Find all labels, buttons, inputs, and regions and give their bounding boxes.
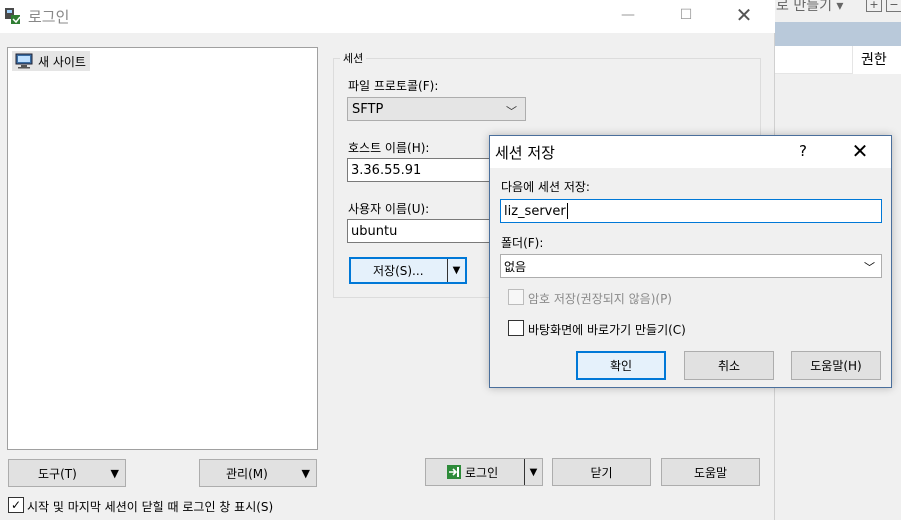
session-name-value: liz_server (504, 203, 566, 219)
background-toolbar-text[interactable]: 로 만들기 ▾ (776, 0, 843, 13)
minimize-button[interactable]: — (605, 0, 651, 30)
minus-icon[interactable]: − (886, 0, 901, 12)
close-window-button[interactable]: ✕ (721, 0, 767, 30)
user-input[interactable]: ubuntu (347, 219, 492, 243)
manage-button-label: 관리(M) (226, 466, 268, 481)
dropdown-arrow-icon[interactable]: ▼ (524, 459, 542, 485)
login-icon (447, 465, 461, 479)
column-header-permission[interactable]: 권한 (852, 46, 901, 74)
help-icon[interactable]: ? (793, 142, 813, 160)
session-group-label: 세션 (340, 50, 367, 66)
site-tree[interactable]: 새 사이트 (7, 47, 318, 450)
cancel-button-label: 취소 (717, 359, 741, 373)
protocol-dropdown[interactable]: SFTP ﹀ (347, 97, 526, 121)
save-password-label: 암호 저장(권장되지 않음)(P) (528, 292, 672, 306)
help-button[interactable]: 도움말 (661, 458, 760, 486)
show-on-startup-checkbox[interactable]: ✓ (8, 497, 24, 513)
save-button-label: 저장(S)... (373, 264, 424, 278)
folder-label: 폴더(F): (501, 236, 544, 250)
session-name-input[interactable]: liz_server (500, 199, 882, 223)
computer-icon (15, 53, 33, 69)
save-password-checkbox[interactable] (508, 289, 524, 305)
background-header (775, 22, 901, 46)
tools-button-label: 도구(T) (38, 466, 77, 481)
winscp-icon (5, 8, 21, 24)
folder-dropdown[interactable]: 없음 ﹀ (500, 254, 882, 278)
user-label: 사용자 이름(U): (348, 202, 430, 216)
text-cursor (566, 203, 568, 219)
window-title: 로그인 (28, 8, 70, 26)
login-titlebar: 로그인 — ☐ ✕ (0, 0, 775, 33)
check-mark-icon: ✓ (10, 498, 22, 512)
host-input[interactable]: 3.36.55.91 (347, 158, 492, 182)
dialog-help-button-label: 도움말(H) (810, 359, 862, 373)
dropdown-arrow-icon: ▼ (110, 466, 119, 480)
save-session-dialog: 세션 저장 ? ✕ 다음에 세션 저장: liz_server 폴더(F): 없… (489, 135, 892, 388)
dialog-help-button[interactable]: 도움말(H) (791, 351, 881, 380)
dialog-titlebar: 세션 저장 ? ✕ (490, 136, 891, 168)
folder-value: 없음 (504, 259, 527, 274)
host-value: 3.36.55.91 (351, 162, 422, 178)
chevron-down-icon: ﹀ (864, 261, 875, 274)
user-value: ubuntu (351, 223, 398, 239)
show-on-startup-label: 시작 및 마지막 세션이 닫힐 때 로그인 창 표시(S) (27, 500, 274, 514)
close-button-label: 닫기 (590, 465, 613, 480)
chevron-down-icon: ﹀ (506, 105, 517, 118)
maximize-button[interactable]: ☐ (663, 0, 709, 30)
close-button[interactable]: 닫기 (552, 458, 651, 486)
desktop-shortcut-checkbox[interactable] (508, 320, 524, 336)
login-button-label: 로그인 (465, 465, 499, 480)
host-label: 호스트 이름(H): (348, 141, 430, 155)
protocol-label: 파일 프로토콜(F): (348, 79, 439, 93)
protocol-value: SFTP (352, 101, 384, 117)
ok-button[interactable]: 확인 (576, 351, 666, 380)
save-split-button[interactable]: 저장(S)... ▼ (349, 257, 467, 284)
plus-icon[interactable]: + (866, 0, 882, 12)
tools-button[interactable]: 도구(T) ▼ (8, 459, 126, 487)
dropdown-arrow-icon: ▼ (301, 466, 310, 480)
help-button-label: 도움말 (693, 465, 728, 480)
cancel-button[interactable]: 취소 (684, 351, 774, 380)
session-name-label: 다음에 세션 저장: (501, 180, 590, 194)
site-item-label: 새 사이트 (38, 54, 86, 69)
desktop-shortcut-label: 바탕화면에 바로가기 만들기(C) (528, 323, 686, 337)
close-icon[interactable]: ✕ (848, 139, 872, 163)
site-item-new-site[interactable]: 새 사이트 (12, 51, 90, 71)
manage-button[interactable]: 관리(M) ▼ (199, 459, 317, 487)
login-button[interactable]: 로그인 ▼ (425, 458, 543, 486)
dialog-title: 세션 저장 (495, 144, 555, 162)
dropdown-arrow-icon[interactable]: ▼ (447, 259, 465, 282)
ok-button-label: 확인 (609, 359, 633, 373)
